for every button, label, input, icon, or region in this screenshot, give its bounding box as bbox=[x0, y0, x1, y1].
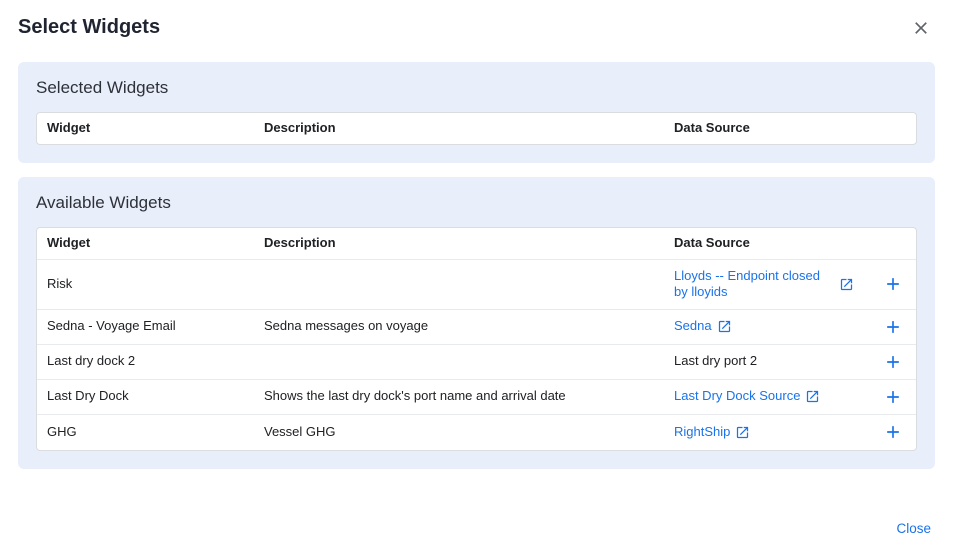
column-header-description: Description bbox=[254, 113, 664, 144]
dialog-title: Select Widgets bbox=[18, 14, 160, 39]
add-widget-button[interactable] bbox=[883, 387, 903, 407]
widget-name: GHG bbox=[37, 417, 254, 448]
data-source-cell: RightShip bbox=[664, 417, 870, 448]
widget-description bbox=[254, 355, 664, 369]
data-source-cell: Last dry port 2 bbox=[664, 346, 870, 377]
add-widget-button[interactable] bbox=[883, 422, 903, 442]
selected-widgets-panel: Selected Widgets Widget Description Data… bbox=[18, 62, 935, 163]
widget-name: Last dry dock 2 bbox=[37, 346, 254, 377]
widget-name: Last Dry Dock bbox=[37, 381, 254, 412]
external-link-icon[interactable] bbox=[735, 425, 750, 440]
add-widget-button[interactable] bbox=[883, 274, 903, 294]
add-widget-button[interactable] bbox=[883, 352, 903, 372]
table-header-row: Widget Description Data Source bbox=[37, 113, 916, 144]
add-cell bbox=[870, 380, 916, 414]
dialog-footer: Close bbox=[896, 520, 931, 538]
dialog-header: Select Widgets bbox=[18, 14, 935, 42]
data-source-text: Last dry port 2 bbox=[674, 353, 757, 370]
add-cell bbox=[870, 267, 916, 301]
external-link-icon[interactable] bbox=[717, 319, 732, 334]
add-cell bbox=[870, 415, 916, 449]
column-header-actions bbox=[870, 236, 916, 250]
available-widgets-table: Widget Description Data Source Risk Lloy… bbox=[36, 227, 917, 451]
widget-description: Sedna messages on voyage bbox=[254, 311, 664, 342]
table-row: Sedna - Voyage Email Sedna messages on v… bbox=[37, 310, 916, 345]
close-button[interactable]: Close bbox=[896, 521, 931, 536]
data-source-cell: Last Dry Dock Source bbox=[664, 381, 870, 412]
available-widgets-heading: Available Widgets bbox=[36, 193, 917, 213]
add-widget-button[interactable] bbox=[883, 317, 903, 337]
widget-name: Risk bbox=[37, 269, 254, 300]
widget-description: Vessel GHG bbox=[254, 417, 664, 448]
external-link-icon[interactable] bbox=[839, 277, 860, 292]
column-header-widget: Widget bbox=[37, 113, 254, 144]
column-header-data-source: Data Source bbox=[664, 228, 870, 259]
widget-description: Shows the last dry dock's port name and … bbox=[254, 381, 664, 412]
table-row: Last Dry Dock Shows the last dry dock's … bbox=[37, 380, 916, 415]
table-header-row: Widget Description Data Source bbox=[37, 228, 916, 260]
available-widgets-panel: Available Widgets Widget Description Dat… bbox=[18, 177, 935, 469]
column-header-actions bbox=[870, 122, 916, 136]
table-row: Last dry dock 2 Last dry port 2 bbox=[37, 345, 916, 380]
table-row: GHG Vessel GHG RightShip bbox=[37, 415, 916, 450]
data-source-cell: Sedna bbox=[664, 311, 870, 342]
widget-description bbox=[254, 277, 664, 291]
add-cell bbox=[870, 345, 916, 379]
data-source-link[interactable]: RightShip bbox=[674, 424, 730, 441]
column-header-widget: Widget bbox=[37, 228, 254, 259]
table-row: Risk Lloyds -- Endpoint closed by lloyid… bbox=[37, 260, 916, 310]
data-source-link[interactable]: Lloyds -- Endpoint closed by lloyids bbox=[674, 268, 834, 302]
data-source-link[interactable]: Last Dry Dock Source bbox=[674, 388, 800, 405]
data-source-cell: Lloyds -- Endpoint closed by lloyids bbox=[664, 261, 870, 309]
selected-widgets-heading: Selected Widgets bbox=[36, 78, 917, 98]
data-source-link[interactable]: Sedna bbox=[674, 318, 712, 335]
column-header-description: Description bbox=[254, 228, 664, 259]
close-icon[interactable] bbox=[907, 14, 935, 42]
select-widgets-dialog: Select Widgets Selected Widgets Widget D… bbox=[0, 0, 953, 497]
selected-widgets-table: Widget Description Data Source bbox=[36, 112, 917, 145]
external-link-icon[interactable] bbox=[805, 389, 820, 404]
column-header-data-source: Data Source bbox=[664, 113, 870, 144]
add-cell bbox=[870, 310, 916, 344]
widget-name: Sedna - Voyage Email bbox=[37, 311, 254, 342]
